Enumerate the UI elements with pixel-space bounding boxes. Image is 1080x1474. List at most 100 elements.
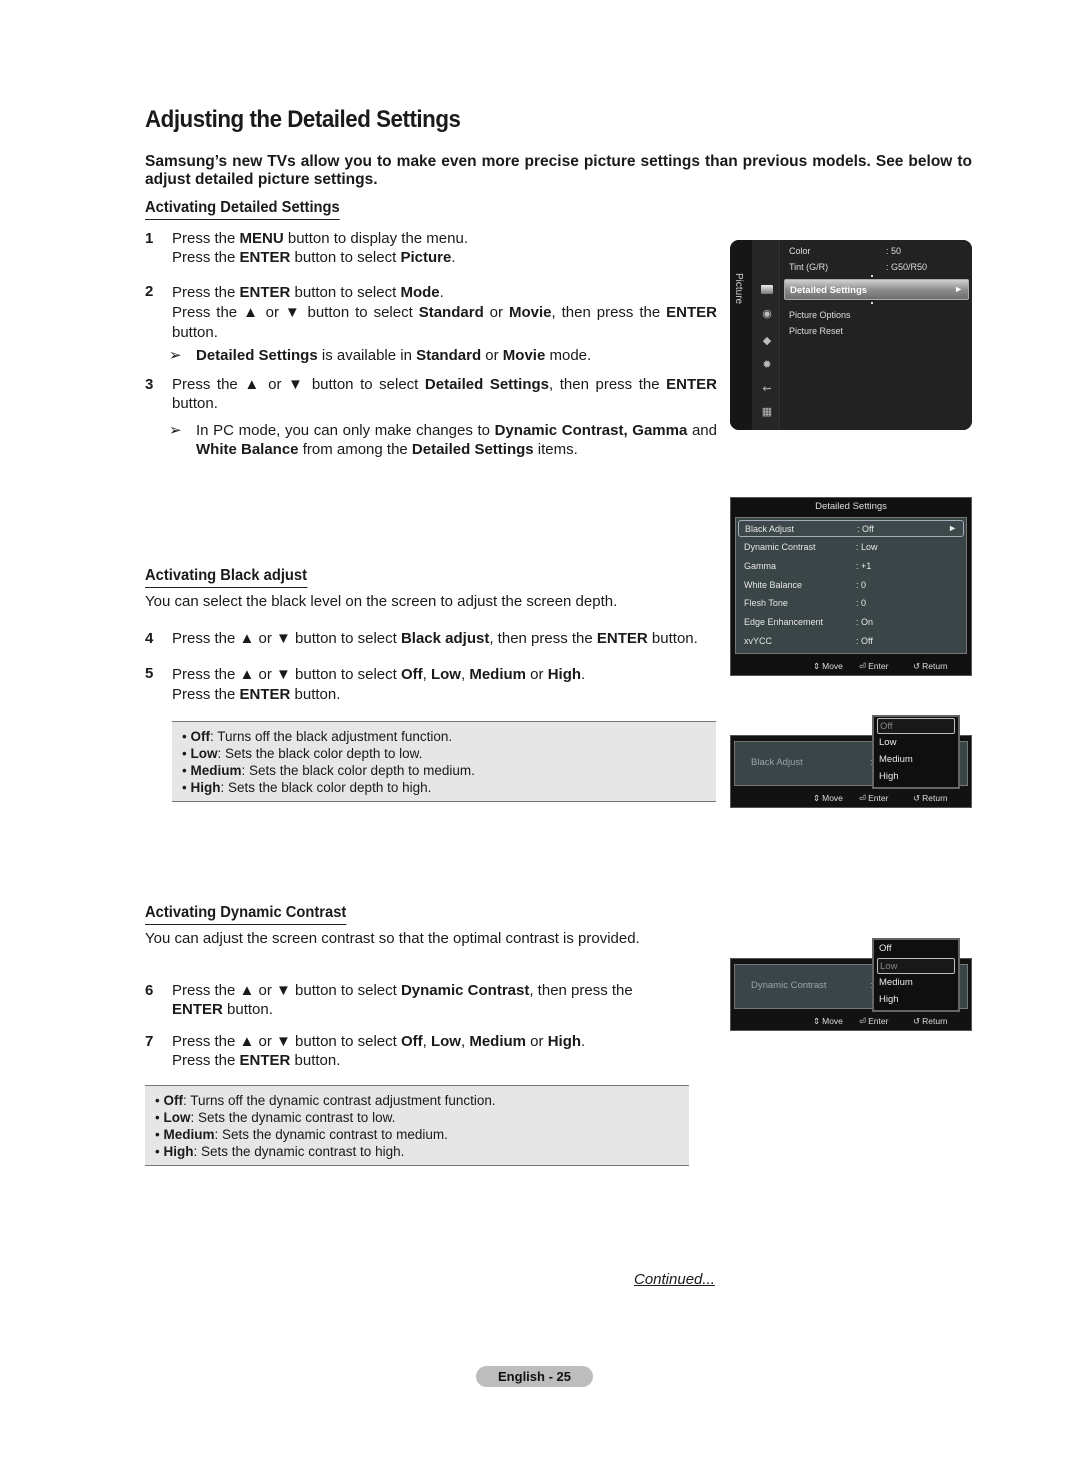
menu-sidebar: Picture: [730, 240, 752, 430]
emphasis-text: Movie: [502, 347, 546, 364]
text-run: .: [581, 666, 586, 683]
tv-dynamic-contrast-popup: Dynamic Contrast : ⇕Move ⏎Enter ↺Return …: [730, 935, 972, 1031]
emphasis-text: Detailed Settings: [424, 376, 549, 393]
menu-item-color[interactable]: Color: [789, 246, 811, 256]
emphasis-text: Dynamic Contrast, Gamma: [494, 422, 688, 439]
option-low[interactable]: Low: [877, 958, 955, 974]
note-detailed-availability: ➢ Detailed Settings is available in Stan…: [169, 346, 717, 365]
text-run: or: [481, 347, 503, 364]
emphasis-text: ENTER: [239, 248, 291, 266]
menu-item-tint[interactable]: Tint (G/R): [789, 262, 828, 272]
scroll-up-indicator: [871, 275, 873, 277]
option-off[interactable]: Off: [877, 941, 955, 957]
option-medium[interactable]: Medium: [877, 975, 955, 991]
option-description: • Medium: Sets the black color depth to …: [182, 762, 706, 779]
enter-icon: ⏎: [859, 1016, 867, 1026]
step-number: 2: [145, 283, 154, 300]
setting-row-edge-enhancement[interactable]: Edge Enhancement : On: [738, 614, 964, 631]
input-icon[interactable]: ⇜: [760, 383, 774, 395]
menu-item-color-value: : 50: [886, 246, 902, 256]
hint-label: Enter: [868, 661, 889, 671]
setting-row-flesh-tone[interactable]: Flesh Tone : 0: [738, 595, 964, 612]
menu-content: Color : 50 Tint (G/R) : G50/R50 Detailed…: [781, 240, 972, 430]
hint-move: ⇕ Move: [813, 1016, 843, 1027]
text-run: from among the: [298, 441, 412, 458]
text-run: or: [526, 666, 548, 683]
hint-label: Move: [822, 1016, 843, 1026]
dynamic-contrast-dropdown[interactable]: Off Low Medium High: [872, 938, 960, 1012]
emphasis-text: ENTER: [666, 376, 717, 393]
text-run: , then press the: [549, 376, 667, 393]
setting-row-white-balance[interactable]: White Balance : 0: [738, 577, 964, 594]
option-description: • Off: Turns off the black adjustment fu…: [182, 728, 706, 745]
option-high[interactable]: High: [877, 769, 955, 785]
option-text: : Sets the black color depth to high.: [220, 780, 432, 795]
setting-row-dynamic-contrast[interactable]: Dynamic Contrast : Low: [738, 539, 964, 556]
option-description: • Off: Turns off the dynamic contrast ad…: [155, 1092, 679, 1109]
text-run: In PC mode, you can only make changes to: [196, 422, 495, 439]
option-term: Low: [163, 1110, 191, 1125]
text-run: button to select: [290, 284, 401, 301]
emphasis-text: MENU: [239, 230, 284, 247]
setting-row-xvycc[interactable]: xvYCC : Off: [738, 633, 964, 650]
emphasis-text: ENTER: [239, 686, 291, 703]
enter-icon: ⏎: [859, 793, 867, 803]
heading-activating-black-adjust: Activating Black adjust: [145, 567, 308, 588]
menu-item-picture-options[interactable]: Picture Options: [789, 310, 851, 320]
setting-label: Black Adjust: [751, 757, 803, 768]
option-term: Medium: [190, 763, 242, 778]
setting-value: : +1: [856, 561, 872, 571]
setting-value: : On: [856, 617, 874, 627]
hint-enter: ⏎ Enter: [859, 793, 888, 804]
text-run: Press the: [172, 230, 240, 247]
move-icon: ⇕: [813, 661, 821, 671]
picture-icon[interactable]: [761, 285, 773, 294]
dynamic-contrast-options-box: • Off: Turns off the dynamic contrast ad…: [145, 1085, 689, 1166]
hint-label: Move: [822, 661, 843, 671]
text-run: button.: [290, 1051, 341, 1069]
setting-label: Dynamic Contrast: [751, 980, 827, 991]
emphasis-text: Off: [400, 666, 423, 683]
option-medium[interactable]: Medium: [877, 752, 955, 768]
emphasis-text: Black adjust: [400, 630, 490, 647]
option-text: : Sets the dynamic contrast to low.: [190, 1110, 396, 1125]
step-6: 6 Press the ▲ or ▼ button to select Dyna…: [145, 982, 717, 1019]
option-text: : Sets the dynamic contrast to medium.: [214, 1127, 448, 1142]
option-low[interactable]: Low: [877, 735, 955, 751]
emphasis-text: Dynamic Contrast: [400, 982, 530, 999]
return-icon: ↺: [913, 1016, 921, 1026]
setup-icon[interactable]: ✹: [760, 359, 774, 371]
text-run: items.: [533, 441, 578, 458]
menu-category-label: Picture: [733, 273, 744, 305]
intro-paragraph: Samsung’s new TVs allow you to make even…: [145, 153, 972, 188]
page-title: Adjusting the Detailed Settings: [145, 106, 461, 133]
option-description: • High: Sets the black color depth to hi…: [182, 779, 706, 796]
option-off[interactable]: Off: [877, 718, 955, 734]
option-term: Medium: [163, 1127, 215, 1142]
setting-row-gamma[interactable]: Gamma : +1: [738, 558, 964, 575]
setting-value: : Off: [857, 524, 874, 534]
text-run: button.: [647, 630, 698, 647]
text-run: .: [451, 248, 456, 266]
page-number-badge: English - 25: [476, 1366, 593, 1387]
sound-icon[interactable]: ◉: [760, 308, 774, 320]
menu-item-detailed-settings[interactable]: Detailed Settings ►: [784, 279, 969, 300]
menu-item-tint-value: : G50/R50: [886, 262, 928, 272]
note-arrow-icon: ➢: [169, 422, 182, 439]
setting-row-black-adjust[interactable]: Black Adjust : Off ►: [738, 520, 964, 537]
application-icon[interactable]: ▦: [760, 406, 774, 418]
menu-item-picture-reset[interactable]: Picture Reset: [789, 326, 843, 336]
hint-return: ↺ Return: [913, 793, 948, 804]
emphasis-text: Standard: [418, 304, 484, 321]
text-run: or: [526, 1033, 548, 1050]
black-adjust-dropdown[interactable]: Off Low Medium High: [872, 715, 960, 789]
channel-icon[interactable]: ◆: [760, 335, 774, 347]
text-run: , then press the: [551, 304, 667, 321]
setting-value: : 0: [856, 580, 867, 590]
emphasis-text: ENTER: [239, 1051, 291, 1069]
hint-label: Return: [922, 661, 948, 671]
emphasis-text: Movie: [508, 304, 552, 321]
settings-panel: Black Adjust : Off ► Dynamic Contrast : …: [735, 517, 967, 654]
option-high[interactable]: High: [877, 992, 955, 1008]
submenu-arrow-icon: ►: [948, 523, 957, 533]
